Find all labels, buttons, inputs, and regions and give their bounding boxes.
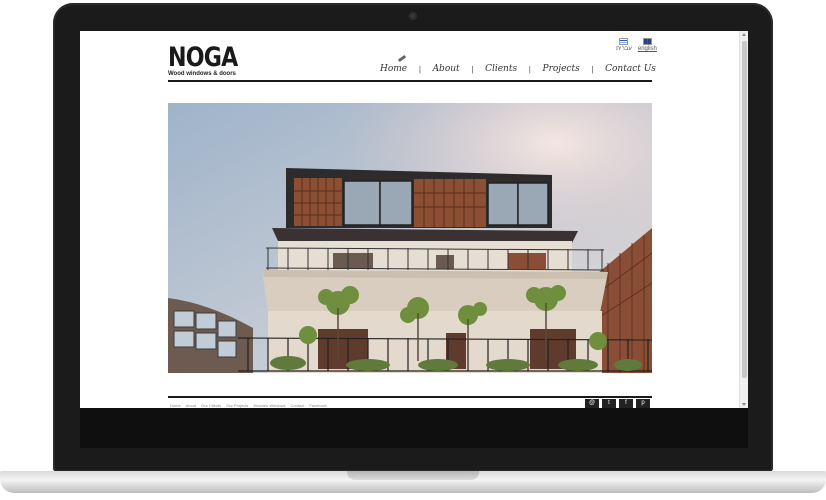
footer-link[interactable]: Facebook [309, 403, 327, 408]
social-links: @ t f p [585, 399, 650, 408]
uk-flag-icon [642, 38, 652, 45]
nav-about[interactable]: About [433, 64, 460, 74]
israel-flag-icon [619, 38, 629, 45]
nav-separator: | [471, 64, 474, 74]
header-divider [168, 80, 652, 82]
webcam [409, 12, 417, 20]
nav-separator: | [528, 64, 531, 74]
lang-english[interactable]: english [638, 38, 657, 52]
browser-viewport: NOGA Wood windows & doors עברית english … [80, 31, 748, 408]
main-nav: Home | About | Clients | Projects | Cont… [380, 64, 656, 74]
hero-building-photo [168, 103, 652, 373]
nav-separator: | [418, 64, 421, 74]
footer-link[interactable]: Our Projects [226, 403, 248, 408]
scrollbar-thumb[interactable] [742, 41, 747, 378]
logo-title: NOGA [168, 42, 238, 73]
vertical-scrollbar[interactable] [739, 31, 748, 408]
lang-hebrew[interactable]: עברית [616, 38, 632, 52]
nav-separator: | [591, 64, 594, 74]
footer-link[interactable]: Contact [291, 403, 305, 408]
footer-nav: Home About Our Clients Our Projects Wood… [170, 403, 327, 408]
nav-projects[interactable]: Projects [543, 64, 580, 74]
screen-lower-bezel [80, 408, 748, 448]
nav-clients[interactable]: Clients [485, 64, 517, 74]
language-switcher: עברית english [616, 38, 657, 52]
scroll-down-arrow-icon[interactable] [742, 403, 746, 406]
facebook-icon[interactable]: f [619, 399, 633, 408]
building-photo-icon [168, 103, 652, 373]
footer-divider [168, 396, 652, 398]
nav-home[interactable]: Home [380, 64, 407, 74]
nav-contact-us[interactable]: Contact Us [605, 64, 656, 74]
scroll-up-arrow-icon[interactable] [742, 33, 746, 36]
lang-hebrew-label: עברית [616, 46, 632, 52]
laptop-notch [347, 471, 479, 480]
email-icon[interactable]: @ [585, 399, 599, 408]
lang-english-label: english [637, 46, 657, 52]
twitter-icon[interactable]: t [602, 399, 616, 408]
site-logo[interactable]: NOGA Wood windows & doors [168, 42, 253, 78]
footer-link[interactable]: Our Clients [201, 403, 221, 408]
footer-link[interactable]: Wooden Windows [253, 403, 285, 408]
pencil-icon [397, 54, 407, 63]
pinterest-icon[interactable]: p [636, 399, 650, 408]
footer-link[interactable]: About [186, 403, 196, 408]
footer-link[interactable]: Home [170, 403, 181, 408]
